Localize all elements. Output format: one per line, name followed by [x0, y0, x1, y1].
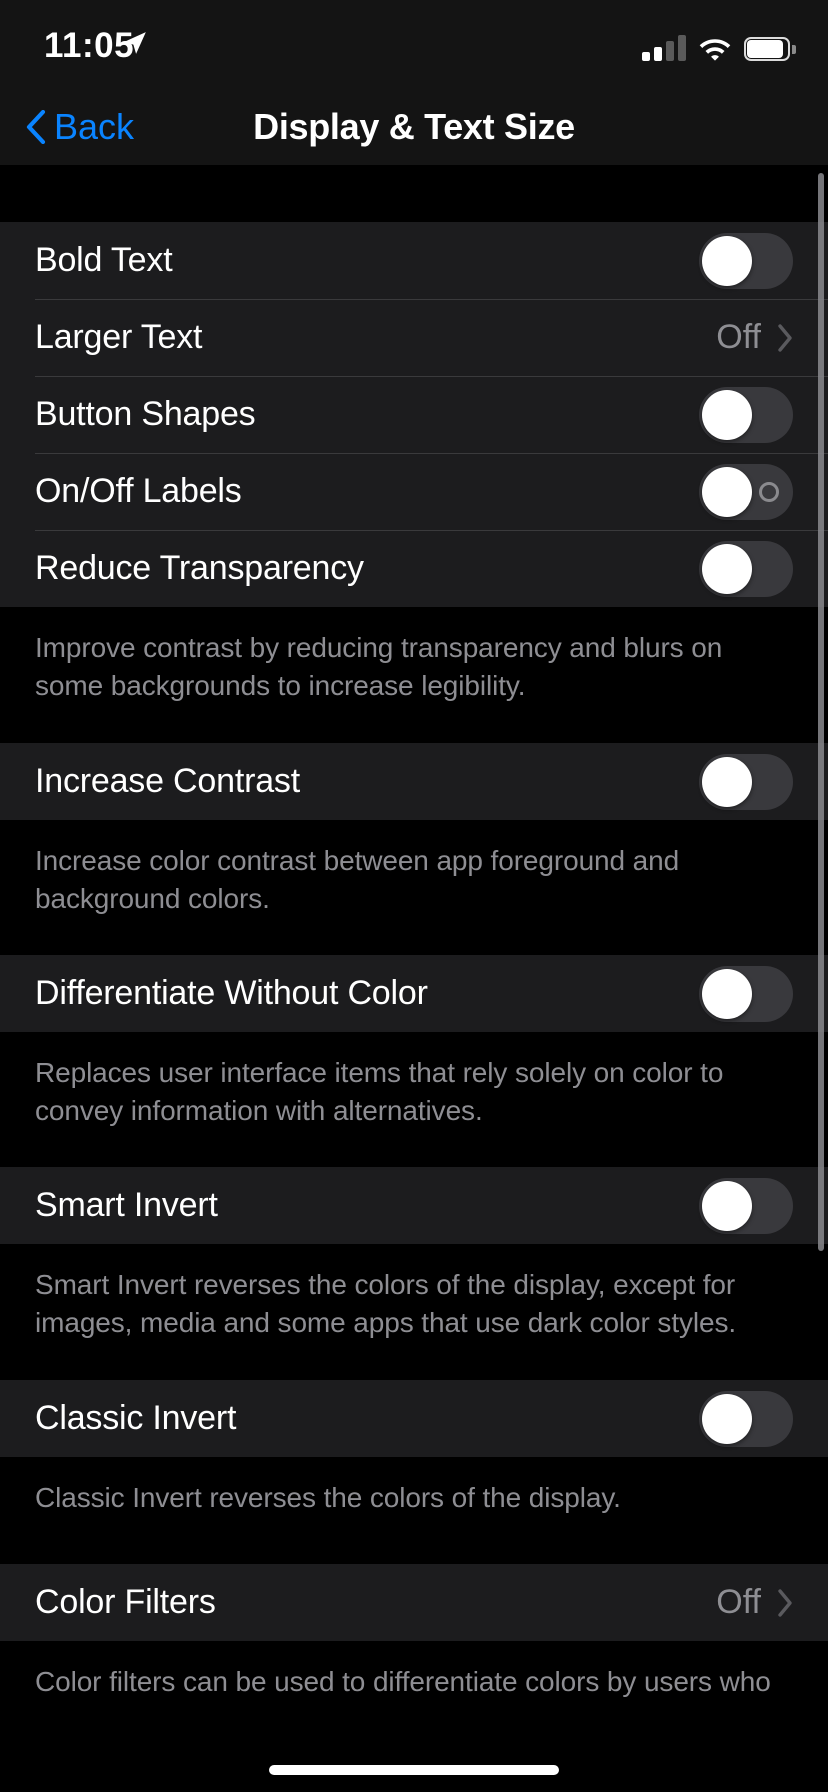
row-label: On/Off Labels — [35, 472, 242, 510]
section-footer-text: Color filters can be used to differentia… — [0, 1641, 828, 1701]
settings-group-4: Smart Invert — [0, 1167, 828, 1244]
cellular-signal-icon — [642, 35, 686, 61]
chevron-right-icon — [778, 323, 792, 352]
row-label: Increase Contrast — [35, 762, 300, 800]
iphone-screen: 11:05 Back Display & Text Size Bold Text… — [0, 0, 828, 1792]
row-increase-contrast[interactable]: Increase Contrast — [0, 743, 828, 820]
row-button-shapes[interactable]: Button Shapes — [0, 376, 828, 453]
section-spacer — [0, 165, 828, 222]
section-footer-text: Improve contrast by reducing transparenc… — [0, 607, 828, 705]
row-bold-text[interactable]: Bold Text — [0, 222, 828, 299]
section-footer-text: Replaces user interface items that rely … — [0, 1032, 828, 1130]
row-color-filters[interactable]: Color Filters Off — [0, 1564, 828, 1641]
classic-invert-toggle[interactable] — [699, 1390, 793, 1447]
settings-group-1: Bold Text Larger Text Off Button Shapes … — [0, 222, 828, 607]
page-title: Display & Text Size — [253, 105, 575, 147]
home-indicator — [269, 1765, 559, 1775]
navigation-bar: Back Display & Text Size — [0, 88, 828, 165]
section-footer-text: Classic Invert reverses the colors of th… — [0, 1457, 828, 1517]
on-off-labels-toggle[interactable] — [699, 463, 793, 520]
footer-block-4: Smart Invert reverses the colors of the … — [0, 1244, 828, 1380]
footer-block-6: Color filters can be used to differentia… — [0, 1641, 828, 1721]
vertical-scrollbar[interactable] — [818, 173, 824, 1251]
row-label: Color Filters — [35, 1583, 216, 1621]
settings-group-5: Classic Invert — [0, 1380, 828, 1457]
reduce-transparency-toggle[interactable] — [699, 540, 793, 597]
increase-contrast-toggle[interactable] — [699, 753, 793, 810]
row-reduce-transparency[interactable]: Reduce Transparency — [0, 530, 828, 607]
settings-scroll-view[interactable]: Bold Text Larger Text Off Button Shapes … — [0, 165, 828, 1792]
row-label: Smart Invert — [35, 1186, 218, 1224]
settings-group-6: Color Filters Off — [0, 1564, 828, 1641]
row-classic-invert[interactable]: Classic Invert — [0, 1380, 828, 1457]
row-on-off-labels[interactable]: On/Off Labels — [0, 453, 828, 530]
differentiate-without-color-toggle[interactable] — [699, 965, 793, 1022]
circle-off-label-icon — [759, 481, 779, 502]
section-footer-text: Smart Invert reverses the colors of the … — [0, 1244, 828, 1342]
row-label: Larger Text — [35, 318, 203, 356]
row-value: Off — [716, 1583, 761, 1621]
row-smart-invert[interactable]: Smart Invert — [0, 1167, 828, 1244]
chevron-right-icon — [778, 1588, 792, 1617]
row-differentiate-without-color[interactable]: Differentiate Without Color — [0, 955, 828, 1032]
footer-block-2: Increase color contrast between app fore… — [0, 820, 828, 955]
settings-group-3: Differentiate Without Color — [0, 955, 828, 1032]
row-larger-text[interactable]: Larger Text Off — [0, 299, 828, 376]
status-bar-time: 11:05 — [44, 26, 135, 65]
row-label: Button Shapes — [35, 395, 256, 433]
status-bar: 11:05 — [0, 0, 828, 88]
settings-group-2: Increase Contrast — [0, 743, 828, 820]
row-label: Differentiate Without Color — [35, 974, 428, 1012]
footer-block-5: Classic Invert reverses the colors of th… — [0, 1457, 828, 1564]
status-bar-indicators — [642, 27, 796, 61]
location-arrow-icon — [124, 32, 146, 54]
section-footer-text: Increase color contrast between app fore… — [0, 820, 828, 918]
footer-block-1: Improve contrast by reducing transparenc… — [0, 607, 828, 743]
wifi-icon — [699, 39, 731, 61]
smart-invert-toggle[interactable] — [699, 1177, 793, 1234]
row-label: Reduce Transparency — [35, 549, 364, 587]
button-shapes-toggle[interactable] — [699, 386, 793, 443]
row-value: Off — [716, 318, 761, 356]
row-label: Classic Invert — [35, 1399, 237, 1437]
battery-icon — [744, 37, 796, 61]
bold-text-toggle[interactable] — [699, 232, 793, 289]
row-label: Bold Text — [35, 241, 173, 279]
footer-block-3: Replaces user interface items that rely … — [0, 1032, 828, 1167]
